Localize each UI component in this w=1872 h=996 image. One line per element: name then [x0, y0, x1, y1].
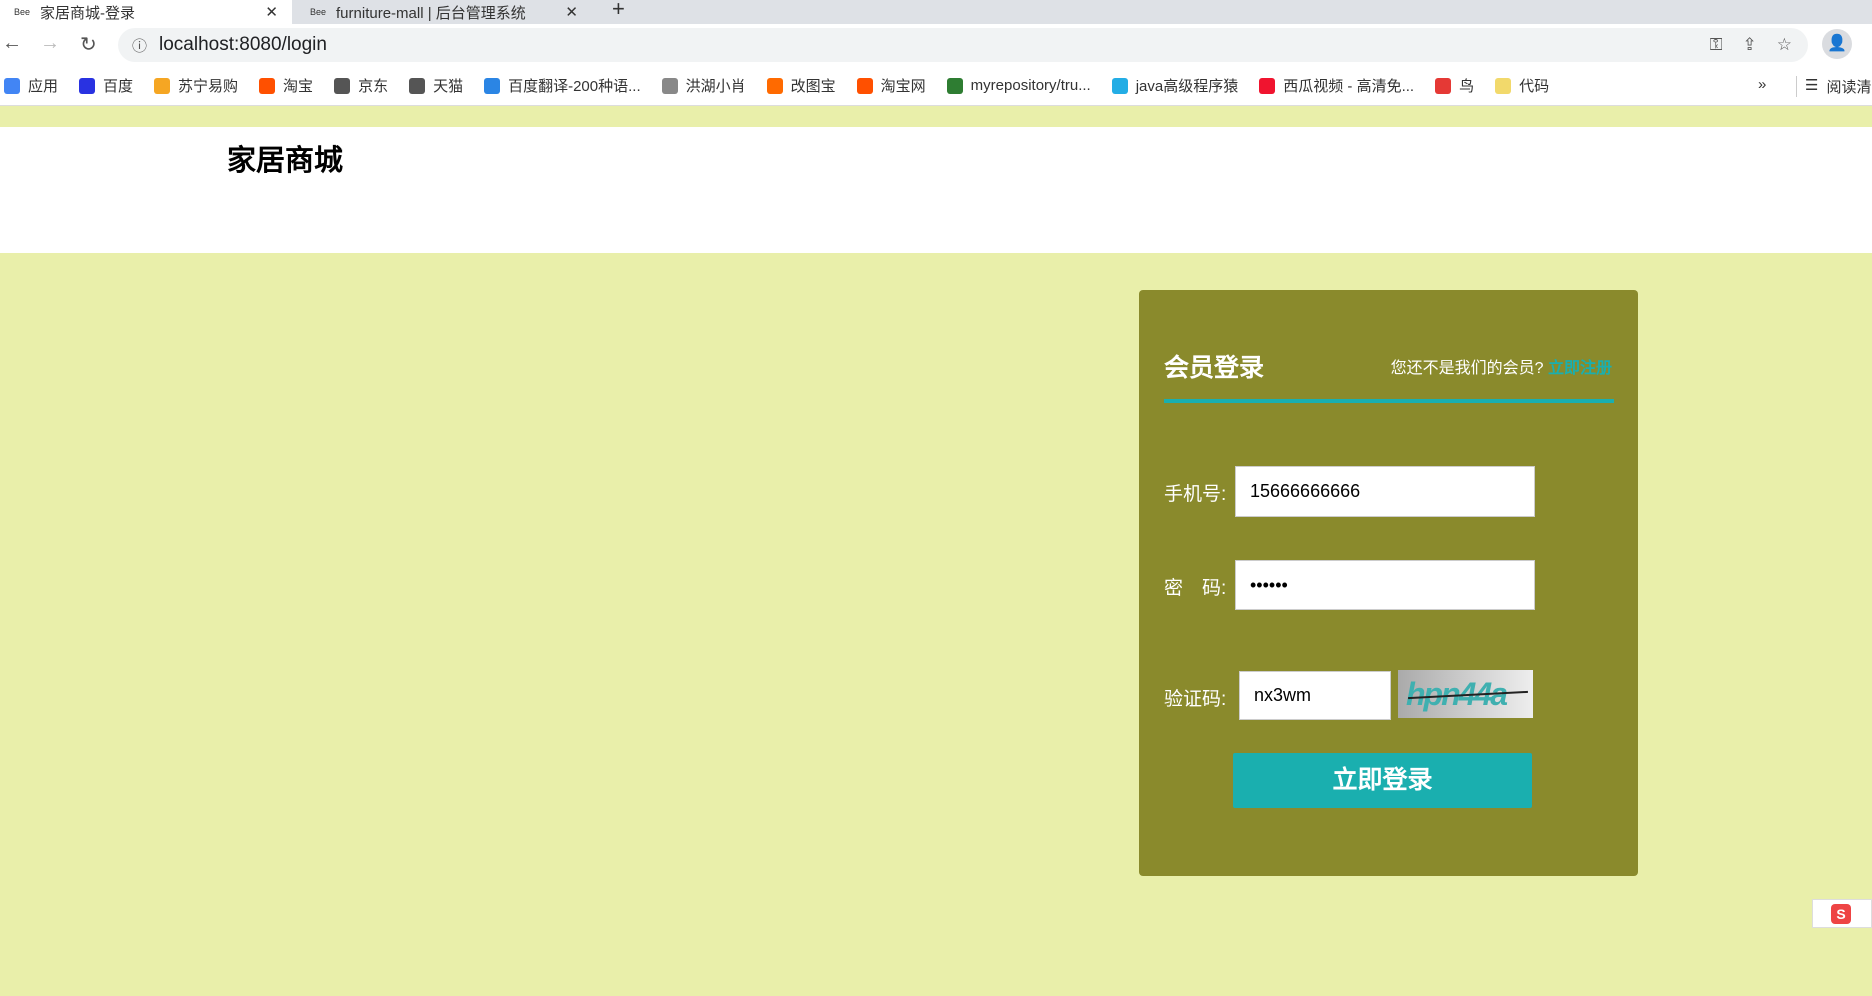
- captcha-image[interactable]: hpn44a: [1398, 670, 1533, 718]
- phone-input[interactable]: 15666666666: [1235, 466, 1535, 517]
- tab-bar: Bee 家居商城-登录 ✕ Bee furniture-mall | 后台管理系…: [0, 0, 1872, 24]
- title-divider: [1164, 399, 1614, 403]
- code-icon: [1495, 77, 1512, 94]
- globe-icon: [409, 77, 426, 94]
- close-tab-icon[interactable]: ✕: [265, 3, 278, 21]
- bookmark-item[interactable]: 代码: [1495, 75, 1549, 96]
- login-button[interactable]: 立即登录: [1233, 753, 1532, 808]
- baidu-icon: [79, 77, 96, 94]
- bookmark-label: 洪湖小肖: [685, 78, 746, 95]
- bookmark-label: 淘宝: [283, 78, 314, 95]
- bookmark-item[interactable]: 改图宝: [766, 75, 836, 96]
- reading-list-button[interactable]: ☰ 阅读清: [1796, 76, 1871, 97]
- bookmarks-bar: 应用 百度 苏宁易购 淘宝 京东 天猫 百度翻译-200种语... 洪湖小肖 改图宝 淘宝网 myr…: [0, 66, 1872, 106]
- bee-icon: Bee: [310, 7, 327, 17]
- phone-label: 手机号:: [1164, 484, 1227, 505]
- info-icon[interactable]: ⓘ: [132, 35, 147, 56]
- xigua-icon: [1259, 77, 1276, 94]
- bookmark-item[interactable]: 应用: [4, 75, 58, 96]
- bookmark-item[interactable]: 天猫: [409, 75, 463, 96]
- globe-icon: [334, 77, 351, 94]
- tab-login[interactable]: Bee 家居商城-登录 ✕: [0, 0, 292, 24]
- tab-title: 家居商城-登录: [40, 4, 136, 22]
- bilibili-icon: [1111, 77, 1128, 94]
- forward-icon[interactable]: →: [40, 32, 60, 55]
- site-header: 家居商城: [0, 127, 1872, 253]
- key-icon[interactable]: ⚿: [1710, 35, 1723, 55]
- bookmark-item[interactable]: 百度: [79, 75, 133, 96]
- more-bookmarks-button[interactable]: »: [1758, 76, 1766, 93]
- star-icon[interactable]: ☆: [1777, 35, 1792, 55]
- bookmark-label: java高级程序猿: [1135, 78, 1239, 95]
- bookmark-label: 鸟: [1459, 78, 1475, 95]
- back-icon[interactable]: ←: [2, 32, 22, 55]
- bookmark-label: myrepository/tru...: [970, 77, 1091, 94]
- apps-icon: [4, 77, 20, 94]
- close-tab-icon[interactable]: ✕: [565, 3, 578, 21]
- login-title: 会员登录: [1164, 354, 1265, 382]
- password-label: 密 码:: [1164, 578, 1227, 599]
- new-tab-button[interactable]: +: [612, 0, 625, 22]
- share-icon[interactable]: ⇪: [1743, 35, 1757, 55]
- tab-admin[interactable]: Bee furniture-mall | 后台管理系统 ✕: [296, 0, 592, 24]
- taobao-icon: [856, 77, 873, 94]
- bookmark-item[interactable]: 苏宁易购: [154, 75, 238, 96]
- tab-title: furniture-mall | 后台管理系统: [336, 4, 526, 22]
- taobao-icon: [259, 77, 276, 94]
- bookmark-label: 天猫: [433, 78, 464, 95]
- login-panel: 会员登录 您还不是我们的会员? 立即注册 手机号: 15666666666 密 …: [1139, 290, 1638, 876]
- ime-widget[interactable]: S: [1812, 899, 1872, 928]
- reading-list-icon: ☰: [1805, 77, 1819, 94]
- reload-icon[interactable]: ↻: [80, 32, 97, 57]
- bookmark-label: 应用: [28, 78, 59, 95]
- bookmark-item[interactable]: 淘宝: [259, 75, 313, 96]
- register-prompt-text: 您还不是我们的会员?: [1390, 360, 1544, 377]
- bookmark-label: 苏宁易购: [178, 78, 239, 95]
- bookmark-item[interactable]: 百度翻译-200种语...: [484, 75, 641, 96]
- bookmark-item[interactable]: 鸟: [1435, 75, 1474, 96]
- address-bar[interactable]: ⓘ localhost:8080/login ⚿ ⇪ ☆: [118, 28, 1808, 62]
- bookmark-label: 淘宝网: [880, 78, 926, 95]
- bookmark-label: 改图宝: [790, 78, 836, 95]
- bird-icon: [661, 77, 678, 94]
- bookmark-label: 百度翻译-200种语...: [508, 78, 641, 95]
- gaitubao-icon: [766, 77, 783, 94]
- sogou-icon: S: [1831, 903, 1851, 924]
- bird-icon: [1435, 77, 1452, 94]
- profile-avatar-icon[interactable]: 👤: [1822, 29, 1852, 59]
- captcha-input[interactable]: nx3wm: [1239, 671, 1391, 720]
- address-toolbar: ← → ↻ ⓘ localhost:8080/login ⚿ ⇪ ☆ 👤: [0, 24, 1872, 66]
- url-text: localhost:8080/login: [159, 34, 327, 55]
- bookmark-item[interactable]: myrepository/tru...: [946, 77, 1091, 94]
- bookmark-item[interactable]: 淘宝网: [856, 75, 926, 96]
- captcha-label: 验证码:: [1164, 689, 1227, 710]
- bookmark-item[interactable]: 西瓜视频 - 高清免...: [1259, 75, 1414, 96]
- repo-icon: [946, 77, 963, 94]
- translate-icon: [484, 77, 501, 94]
- bookmark-label: 百度: [103, 78, 134, 95]
- bookmark-label: 西瓜视频 - 高清免...: [1283, 78, 1415, 95]
- bookmark-item[interactable]: java高级程序猿: [1111, 75, 1239, 96]
- register-prompt: 您还不是我们的会员? 立即注册: [1391, 354, 1612, 378]
- site-logo[interactable]: 家居商城: [227, 137, 343, 179]
- bee-icon: Bee: [14, 7, 31, 17]
- bookmark-label: 京东: [358, 78, 389, 95]
- suning-icon: [154, 77, 171, 94]
- bookmark-label: 代码: [1519, 78, 1550, 95]
- reading-list-label: 阅读清: [1826, 79, 1872, 96]
- register-link[interactable]: 立即注册: [1548, 360, 1612, 377]
- bookmark-item[interactable]: 洪湖小肖: [661, 75, 746, 96]
- password-input[interactable]: ••••••: [1235, 560, 1535, 610]
- bookmark-item[interactable]: 京东: [334, 75, 388, 96]
